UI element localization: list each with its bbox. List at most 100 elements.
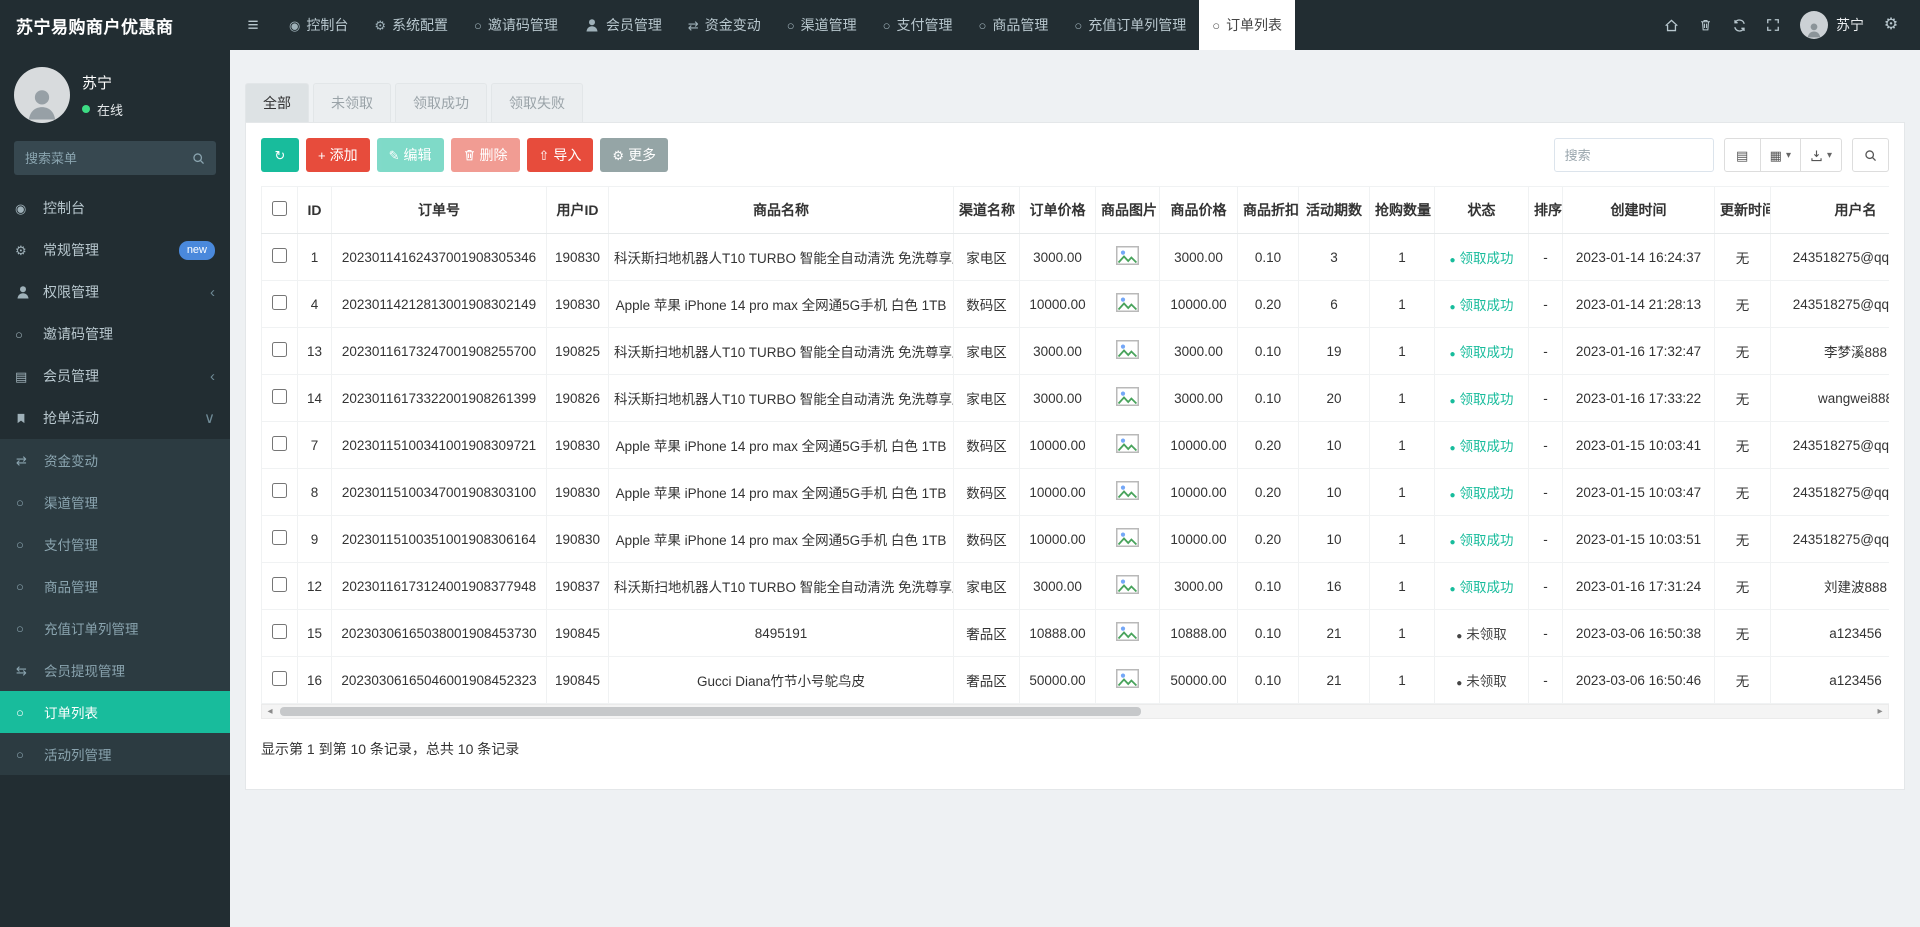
topnav-item-invite[interactable]: ○邀请码管理 bbox=[461, 0, 571, 50]
cell-id: 15 bbox=[298, 610, 332, 657]
status-label: 未领取 bbox=[1466, 674, 1507, 689]
status-dot-icon: ● bbox=[1449, 255, 1455, 266]
cell-sort: - bbox=[1529, 516, 1563, 563]
topbar-action-check-update[interactable] bbox=[1722, 0, 1756, 50]
sidebar-subitem-goods[interactable]: ○商品管理 bbox=[0, 565, 230, 607]
cell-status: ●领取成功 bbox=[1435, 328, 1529, 375]
sidebar-subitem-recharge[interactable]: ○充值订单列管理 bbox=[0, 607, 230, 649]
sidebar-subitem-channel[interactable]: ○渠道管理 bbox=[0, 481, 230, 523]
row-checkbox[interactable] bbox=[272, 483, 287, 498]
row-checkbox[interactable] bbox=[272, 389, 287, 404]
topbar-action-fullscreen[interactable] bbox=[1756, 0, 1790, 50]
topnav-item-console[interactable]: ◉控制台 bbox=[276, 0, 361, 50]
scrollbar-thumb[interactable] bbox=[280, 707, 1141, 716]
row-checkbox[interactable] bbox=[272, 436, 287, 451]
row-checkbox[interactable] bbox=[272, 624, 287, 639]
scroll-left-icon[interactable]: ◂ bbox=[262, 706, 278, 717]
topnav-items: ◉控制台⚙系统配置○邀请码管理会员管理⇄资金变动○渠道管理○支付管理○商品管理○… bbox=[276, 0, 1295, 50]
cell-id: 12 bbox=[298, 563, 332, 610]
col-header-qty: 抢购数量 bbox=[1370, 187, 1435, 234]
more-button[interactable]: ⚙更多 bbox=[600, 138, 668, 172]
cell-channel: 家电区 bbox=[954, 563, 1020, 610]
table-search-input[interactable] bbox=[1554, 138, 1714, 172]
cell-discount: 0.10 bbox=[1238, 563, 1299, 610]
cell-created_at: 2023-01-15 10:03:51 bbox=[1563, 516, 1715, 563]
col-header-order_no: 订单号 bbox=[332, 187, 547, 234]
topnav-item-member[interactable]: 会员管理 bbox=[571, 0, 675, 50]
sidebar-username: 苏宁 bbox=[82, 72, 123, 93]
status-badge: ●领取成功 bbox=[1449, 251, 1513, 266]
row-checkbox[interactable] bbox=[272, 295, 287, 310]
cell-order_price: 10000.00 bbox=[1020, 516, 1096, 563]
status-dot-icon: ● bbox=[1449, 584, 1455, 595]
sidebar-toggle[interactable]: ≡ bbox=[230, 0, 276, 50]
topnav-item-orders[interactable]: ○订单列表 bbox=[1199, 0, 1295, 50]
scroll-right-icon[interactable]: ▸ bbox=[1872, 706, 1888, 717]
tab-all[interactable]: 全部 bbox=[245, 83, 309, 122]
row-checkbox[interactable] bbox=[272, 577, 287, 592]
export-button[interactable]: ▾ bbox=[1800, 138, 1842, 172]
add-button[interactable]: +添加 bbox=[306, 138, 370, 172]
pagination-switch-button[interactable]: ▤ bbox=[1724, 138, 1761, 172]
row-checkbox[interactable] bbox=[272, 530, 287, 545]
cell-order_price: 10888.00 bbox=[1020, 610, 1096, 657]
cell-created_at: 2023-01-16 17:31:24 bbox=[1563, 563, 1715, 610]
sidebar-item-console[interactable]: ◉控制台 bbox=[0, 187, 230, 229]
col-header-created_at: 创建时间 bbox=[1563, 187, 1715, 234]
refresh-icon: ↻ bbox=[275, 149, 286, 162]
columns-button[interactable]: ▦▾ bbox=[1760, 138, 1801, 172]
topnav-item-pay[interactable]: ○支付管理 bbox=[870, 0, 966, 50]
horizontal-scrollbar[interactable]: ◂ ▸ bbox=[261, 704, 1889, 719]
sidebar-item-general[interactable]: ⚙常规管理new bbox=[0, 229, 230, 271]
sidebar-item-invite[interactable]: ○邀请码管理 bbox=[0, 313, 230, 355]
sidebar-subitem-orders[interactable]: ○订单列表 bbox=[0, 691, 230, 733]
cell-order_price: 10000.00 bbox=[1020, 281, 1096, 328]
sidebar-item-label: 常规管理 bbox=[43, 240, 99, 260]
col-header-discount: 商品折扣 bbox=[1238, 187, 1299, 234]
cell-product_name: 8495191 bbox=[609, 610, 954, 657]
sidebar-subitem-withdraw[interactable]: ⇆会员提现管理 bbox=[0, 649, 230, 691]
topbar-action-settings[interactable]: ⚙ bbox=[1874, 0, 1908, 50]
col-header-product_price: 商品价格 bbox=[1160, 187, 1238, 234]
cell-channel: 数码区 bbox=[954, 516, 1020, 563]
cell-id: 9 bbox=[298, 516, 332, 563]
topnav-item-goods[interactable]: ○商品管理 bbox=[965, 0, 1061, 50]
sidebar-subitem-funds[interactable]: ⇄资金变动 bbox=[0, 439, 230, 481]
refresh-button[interactable]: ↻ bbox=[261, 138, 299, 172]
sidebar-item-grab[interactable]: 抢单活动∨ bbox=[0, 397, 230, 439]
circle-icon: ○ bbox=[1074, 19, 1082, 32]
tab-failed[interactable]: 领取失败 bbox=[491, 83, 583, 122]
sidebar-subitem-activity[interactable]: ○活动列管理 bbox=[0, 733, 230, 775]
cell-periods: 20 bbox=[1299, 375, 1370, 422]
topbar-action-clear-cache[interactable] bbox=[1688, 0, 1722, 50]
tab-claimed[interactable]: 领取成功 bbox=[395, 83, 487, 122]
cell-order_price: 3000.00 bbox=[1020, 328, 1096, 375]
cell-id: 14 bbox=[298, 375, 332, 422]
topbar-actions bbox=[1654, 0, 1790, 50]
topbar-action-home[interactable] bbox=[1654, 0, 1688, 50]
import-button[interactable]: ⇧导入 bbox=[527, 138, 594, 172]
topbar-user[interactable]: 苏宁 bbox=[1790, 11, 1874, 39]
topnav-item-channel[interactable]: ○渠道管理 bbox=[774, 0, 870, 50]
col-header-id: ID bbox=[298, 187, 332, 234]
topnav-item-config[interactable]: ⚙系统配置 bbox=[361, 0, 461, 50]
dashboard-icon: ◉ bbox=[289, 19, 300, 32]
delete-button[interactable]: 删除 bbox=[451, 138, 520, 172]
row-checkbox[interactable] bbox=[272, 342, 287, 357]
select-all-checkbox[interactable] bbox=[272, 201, 287, 216]
topnav-item-funds[interactable]: ⇄资金变动 bbox=[675, 0, 774, 50]
row-checkbox[interactable] bbox=[272, 248, 287, 263]
cell-username: 刘建波888 bbox=[1771, 563, 1890, 610]
menu-search-input[interactable] bbox=[25, 151, 192, 166]
row-checkbox[interactable] bbox=[272, 671, 287, 686]
edit-button[interactable]: ✎编辑 bbox=[377, 138, 444, 172]
status-badge: ●领取成功 bbox=[1449, 533, 1513, 548]
sidebar-subitem-pay[interactable]: ○支付管理 bbox=[0, 523, 230, 565]
sidebar-item-member[interactable]: ▤会员管理‹ bbox=[0, 355, 230, 397]
cell-order_price: 3000.00 bbox=[1020, 234, 1096, 281]
sidebar-item-auth[interactable]: 权限管理‹ bbox=[0, 271, 230, 313]
tab-unclaimed[interactable]: 未领取 bbox=[313, 83, 391, 122]
topnav-item-recharge[interactable]: ○充值订单列管理 bbox=[1061, 0, 1199, 50]
search-toggle-button[interactable] bbox=[1852, 138, 1889, 172]
scrollbar-track[interactable] bbox=[278, 706, 1872, 717]
